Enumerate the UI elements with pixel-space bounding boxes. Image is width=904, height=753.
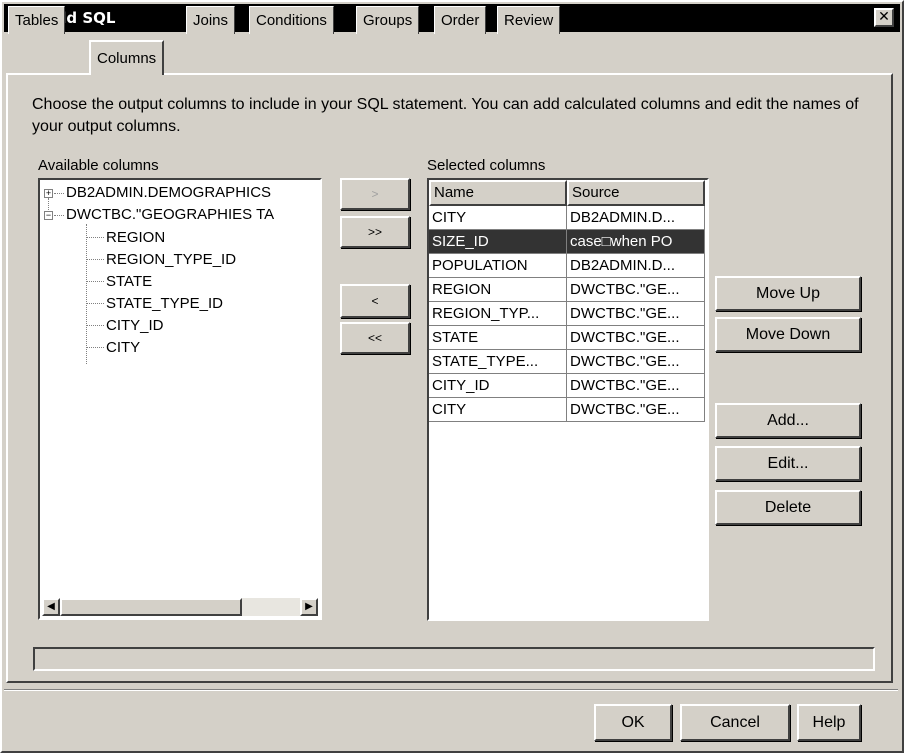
table-cell-name[interactable]: CITY xyxy=(429,206,567,230)
scroll-thumb[interactable] xyxy=(60,598,242,616)
delete-button[interactable]: Delete xyxy=(715,490,861,525)
tree-leaf-state[interactable]: STATE xyxy=(106,271,152,293)
table-cell-name[interactable]: CITY_ID xyxy=(429,374,567,398)
tab-order[interactable]: Order xyxy=(434,6,487,34)
tab-joins[interactable]: Joins xyxy=(186,6,236,34)
remove-column-button[interactable]: < xyxy=(340,284,410,318)
tree-node-demographics[interactable]: DB2ADMIN.DEMOGRAPHICS xyxy=(66,182,271,204)
table-cell-name[interactable]: STATE_TYPE... xyxy=(429,350,567,374)
table-cell-source[interactable]: DWCTBC."GE... xyxy=(567,398,705,422)
available-columns-label: Available columns xyxy=(38,157,159,174)
tab-columns[interactable]: Columns xyxy=(89,40,165,75)
help-button[interactable]: Help xyxy=(797,704,861,741)
move-up-button[interactable]: Move Up xyxy=(715,276,861,311)
edit-button[interactable]: Edit... xyxy=(715,446,861,481)
table-cell-source[interactable]: DWCTBC."GE... xyxy=(567,278,705,302)
cancel-button[interactable]: Cancel xyxy=(680,704,790,741)
table-cell-name[interactable]: REGION_TYP... xyxy=(429,302,567,326)
remove-all-columns-button[interactable]: << xyxy=(340,322,410,354)
scroll-right-icon[interactable]: ▶ xyxy=(300,598,318,616)
tree-leaf-region-type-id[interactable]: REGION_TYPE_ID xyxy=(106,249,236,271)
tree-leaf-city-id[interactable]: CITY_ID xyxy=(106,315,164,337)
table-cell-name[interactable]: POPULATION xyxy=(429,254,567,278)
available-columns-tree[interactable]: + DB2ADMIN.DEMOGRAPHICS − DWCTBC."GEOGRA… xyxy=(38,178,322,620)
selected-columns-grid[interactable]: Name Source CITY DB2ADMIN.D... SIZE_ID c… xyxy=(427,178,709,621)
table-cell-source-selected[interactable]: case□when PO xyxy=(567,230,705,254)
table-cell-source[interactable]: DWCTBC."GE... xyxy=(567,326,705,350)
selected-columns-label: Selected columns xyxy=(427,157,546,174)
tree-leaf-city[interactable]: CITY xyxy=(106,337,140,359)
tab-tables[interactable]: Tables xyxy=(8,6,66,34)
add-button[interactable]: Add... xyxy=(715,403,861,438)
table-cell-name[interactable]: CITY xyxy=(429,398,567,422)
move-down-button[interactable]: Move Down xyxy=(715,317,861,352)
table-cell-name[interactable]: STATE xyxy=(429,326,567,350)
column-header-name[interactable]: Name xyxy=(429,180,567,206)
tab-conditions[interactable]: Conditions xyxy=(249,6,334,34)
scroll-left-icon[interactable]: ◀ xyxy=(42,598,60,616)
tab-review[interactable]: Review xyxy=(497,6,561,34)
table-cell-source[interactable]: DWCTBC."GE... xyxy=(567,374,705,398)
table-cell-name-selected[interactable]: SIZE_ID xyxy=(429,230,567,254)
close-icon[interactable]: ✕ xyxy=(874,8,894,27)
horizontal-scrollbar[interactable]: ◀ ▶ xyxy=(42,598,318,616)
collapse-icon[interactable]: − xyxy=(44,211,53,220)
add-column-button[interactable]: > xyxy=(340,178,410,210)
status-bar xyxy=(33,647,875,671)
table-cell-source[interactable]: DWCTBC."GE... xyxy=(567,350,705,374)
column-header-source[interactable]: Source xyxy=(567,180,705,206)
ok-button[interactable]: OK xyxy=(594,704,672,741)
tree-node-geographies[interactable]: DWCTBC."GEOGRAPHIES TA xyxy=(66,204,274,226)
tab-groups[interactable]: Groups xyxy=(356,6,420,34)
tree-leaf-state-type-id[interactable]: STATE_TYPE_ID xyxy=(106,293,223,315)
add-all-columns-button[interactable]: >> xyxy=(340,216,410,248)
table-cell-source[interactable]: DB2ADMIN.D... xyxy=(567,206,705,230)
table-cell-source[interactable]: DB2ADMIN.D... xyxy=(567,254,705,278)
table-cell-name[interactable]: REGION xyxy=(429,278,567,302)
tree-leaf-region[interactable]: REGION xyxy=(106,227,165,249)
footer-divider xyxy=(4,689,898,691)
table-cell-source[interactable]: DWCTBC."GE... xyxy=(567,302,705,326)
instructions-text: Choose the output columns to include in … xyxy=(32,96,859,135)
expand-icon[interactable]: + xyxy=(44,189,53,198)
